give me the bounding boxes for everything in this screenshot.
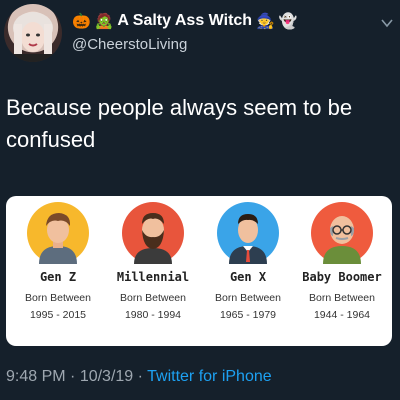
tweet-image[interactable]: Gen Z Born Between 1995 - 2015 Millennia… [6, 196, 392, 346]
user-handle[interactable]: @CheerstoLiving [72, 36, 187, 53]
birth-years: 1980 - 1994 [124, 309, 182, 321]
chevron-down-icon[interactable] [380, 16, 394, 30]
gen-x-column: Gen X Born Between 1965 - 1979 [202, 202, 294, 321]
display-name[interactable]: A Salty Ass Witch [117, 12, 252, 30]
mummy-icon: 🧟 [94, 12, 114, 30]
display-name-row: 🎃 🧟 A Salty Ass Witch 🧙 👻 [72, 12, 297, 30]
avatar[interactable] [4, 4, 62, 62]
tweet-time[interactable]: 9:48 PM [6, 368, 66, 385]
millennial-avatar-icon [122, 202, 184, 264]
millennial-column: Millennial Born Between 1980 - 1994 [107, 202, 199, 321]
gen-name: Baby Boomer [302, 270, 382, 284]
tweet-source-link[interactable]: Twitter for iPhone [147, 368, 272, 385]
meta-separator: · [133, 368, 148, 385]
gen-z-avatar-icon [27, 202, 89, 264]
avatar-portrait-icon [4, 12, 62, 62]
tweet-date[interactable]: 10/3/19 [80, 368, 133, 385]
born-label: Born Between [309, 292, 375, 304]
tweet-text: Because people always seem to be confuse… [6, 95, 353, 152]
gen-name: Millennial [116, 270, 190, 284]
born-label: Born Between [120, 292, 186, 304]
gen-x-avatar-icon [217, 202, 279, 264]
ghost-icon: 👻 [278, 12, 298, 30]
witch-icon: 🧙 [256, 12, 275, 30]
birth-years: 1995 - 2015 [29, 309, 87, 321]
tweet-meta: 9:48 PM · 10/3/19 · Twitter for iPhone [6, 368, 272, 386]
pumpkin-icon: 🎃 [72, 12, 91, 30]
baby-boomer-avatar-icon [311, 202, 373, 264]
meta-separator: · [65, 368, 80, 385]
birth-years: 1944 - 1964 [313, 309, 371, 321]
born-label: Born Between [25, 292, 91, 304]
baby-boomer-column: Baby Boomer Born Between 1944 - 1964 [296, 202, 388, 321]
birth-years: 1965 - 1979 [219, 309, 277, 321]
gen-name: Gen Z [39, 270, 77, 284]
born-label: Born Between [215, 292, 281, 304]
gen-z-column: Gen Z Born Between 1995 - 2015 [12, 202, 104, 321]
gen-name: Gen X [229, 270, 267, 284]
